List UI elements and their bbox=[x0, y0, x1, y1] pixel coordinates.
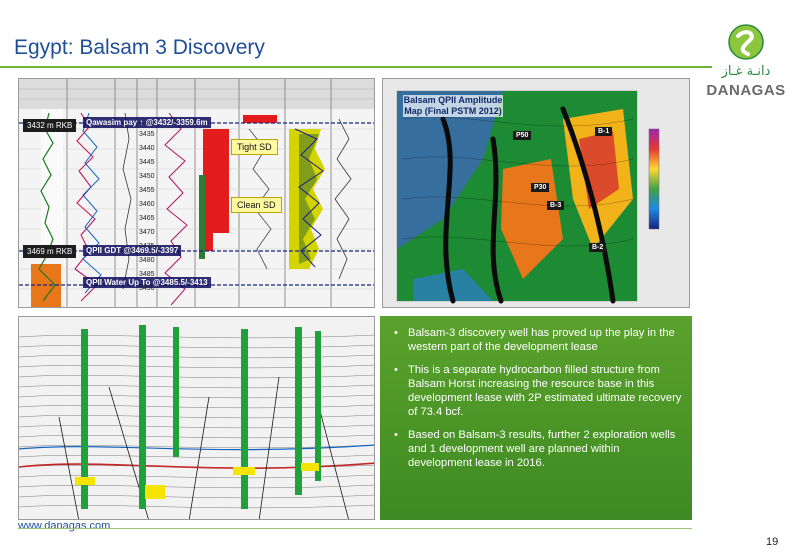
bullet-dot-icon: • bbox=[394, 429, 398, 441]
danagas-emblem-icon bbox=[728, 24, 764, 60]
depth-tick-label: 3490 bbox=[139, 285, 155, 292]
amplitude-map-title: Balsam QPII Amplitude Map (Final PSTM 20… bbox=[403, 95, 503, 117]
depth-tick-label: 3455 bbox=[139, 187, 155, 194]
depth-tick-label: 3440 bbox=[139, 145, 155, 152]
callout-tight-sd: Tight SD bbox=[231, 139, 278, 155]
seismic-section bbox=[19, 317, 374, 519]
seismic-section-panel bbox=[18, 316, 375, 520]
well-tag-b1: B-1 bbox=[595, 127, 613, 136]
footer-url: www.danagas.com bbox=[18, 520, 111, 532]
bullet-text: This is a separate hydrocarbon filled st… bbox=[408, 364, 682, 418]
well-tag-p30: P30 bbox=[531, 183, 550, 192]
bullet-item: • Balsam-3 discovery well has proved up … bbox=[394, 326, 682, 354]
bullet-text: Based on Balsam-3 results, further 2 exp… bbox=[408, 429, 676, 469]
footer-divider bbox=[18, 528, 692, 529]
depth-tick-label: 3435 bbox=[139, 131, 155, 138]
depth-tick-label: 3460 bbox=[139, 201, 155, 208]
depth-tick-label: 3480 bbox=[139, 257, 155, 264]
depth-tick-label: 3485 bbox=[139, 271, 155, 278]
depth-tick-label: 3445 bbox=[139, 159, 155, 166]
depth-tick-label: 3450 bbox=[139, 173, 155, 180]
page-number: 19 bbox=[766, 536, 779, 548]
bullet-dot-icon: • bbox=[394, 327, 398, 339]
well-tag-b2: B-2 bbox=[589, 243, 607, 252]
danagas-logo: دانـة غـاز DANAGAS bbox=[700, 20, 792, 99]
amplitude-map-panel: Balsam QPII Amplitude Map (Final PSTM 20… bbox=[382, 78, 690, 308]
bullet-item: • This is a separate hydrocarbon filled … bbox=[394, 363, 682, 419]
depth-tick-label: 3465 bbox=[139, 215, 155, 222]
summary-bullet-box: • Balsam-3 discovery well has proved up … bbox=[380, 316, 692, 520]
well-tag-p50: P50 bbox=[513, 131, 532, 140]
title-underline bbox=[0, 66, 712, 68]
bullet-dot-icon: • bbox=[394, 364, 398, 376]
logo-wordmark: DANAGAS bbox=[706, 82, 786, 99]
depth-tick-label: 3475 bbox=[139, 243, 155, 250]
log-pick-top: Qawasim pay ↑ @3432/-3359.6m bbox=[83, 117, 211, 128]
callout-clean-sd: Clean SD bbox=[231, 197, 282, 213]
slide-title: Egypt: Balsam 3 Discovery bbox=[14, 36, 265, 59]
log-pick-gdt: QPII GDT @3469.5/-3397 bbox=[83, 245, 182, 256]
bullet-text: Balsam-3 discovery well has proved up th… bbox=[408, 327, 675, 353]
depth-tag-bottom: 3469 m RKB bbox=[23, 245, 77, 258]
bullet-item: • Based on Balsam-3 results, further 2 e… bbox=[394, 428, 682, 470]
depth-tag-top: 3432 m RKB bbox=[23, 119, 77, 132]
logo-arabic-text: دانـة غـاز bbox=[721, 64, 771, 79]
well-log-panel: 3432 m RKB 3469 m RKB Qawasim pay ↑ @343… bbox=[18, 78, 375, 308]
well-log-tracks bbox=[19, 79, 374, 307]
well-tag-b3: B-3 bbox=[547, 201, 565, 210]
depth-tick-label: 3470 bbox=[139, 229, 155, 236]
